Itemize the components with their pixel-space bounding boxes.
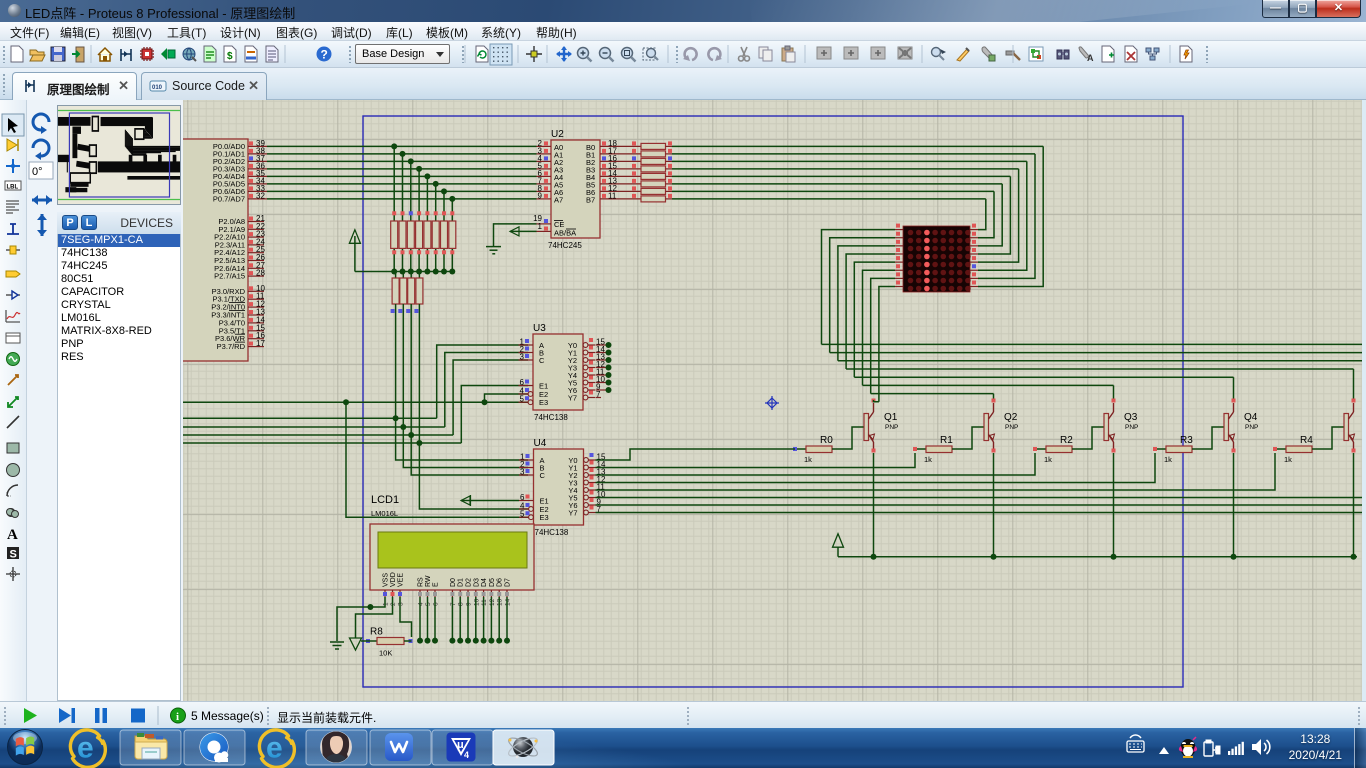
svg-text:10K: 10K (379, 649, 392, 658)
svg-text:A: A (1087, 53, 1094, 63)
svg-text:LCD1: LCD1 (371, 494, 399, 506)
svg-text:PNP: PNP (1125, 424, 1138, 431)
svg-text:A: A (7, 527, 18, 543)
svg-text:?: ? (321, 48, 328, 62)
svg-text:RS: RS (418, 577, 425, 587)
svg-text:D6: D6 (497, 578, 504, 587)
svg-text:P0.7/AD7: P0.7/AD7 (213, 194, 245, 203)
svg-text:P3.7/RD: P3.7/RD (217, 342, 246, 351)
svg-text:Q4: Q4 (1244, 412, 1258, 423)
svg-text:12: 12 (489, 598, 496, 606)
svg-text:μ: μ (457, 739, 464, 751)
svg-text:VSS: VSS (383, 573, 390, 587)
svg-text:4: 4 (418, 602, 425, 606)
svg-text:AB/BA: AB/BA (554, 229, 576, 238)
svg-text:10: 10 (473, 598, 480, 606)
svg-text:1k: 1k (804, 455, 812, 464)
svg-text:010: 010 (152, 85, 163, 91)
svg-text:R1: R1 (940, 435, 953, 446)
svg-text:28: 28 (256, 269, 265, 278)
svg-text:6: 6 (433, 602, 440, 606)
svg-text:R8: R8 (370, 627, 383, 638)
svg-text:74HC138: 74HC138 (535, 528, 569, 537)
svg-text:4: 4 (464, 750, 469, 760)
svg-text:8: 8 (458, 602, 465, 606)
svg-text:9: 9 (538, 191, 543, 200)
svg-text:E: E (433, 582, 440, 587)
svg-text:1k: 1k (1044, 455, 1052, 464)
svg-text:14: 14 (505, 598, 512, 606)
svg-text:LM016L: LM016L (371, 509, 398, 518)
svg-text:D7: D7 (505, 578, 512, 587)
svg-text:R2: R2 (1060, 435, 1073, 446)
svg-text:$: $ (227, 51, 233, 62)
svg-text:0°: 0° (32, 166, 43, 178)
svg-text:3: 3 (398, 602, 405, 606)
svg-text:U3: U3 (533, 323, 546, 334)
svg-text:74HC245: 74HC245 (548, 241, 582, 250)
svg-text:U4: U4 (534, 438, 547, 449)
svg-text:D2: D2 (466, 578, 473, 587)
svg-text:1k: 1k (924, 455, 932, 464)
svg-text:32: 32 (256, 191, 265, 200)
svg-text:1: 1 (538, 222, 543, 231)
svg-text:11: 11 (608, 191, 617, 200)
svg-text:D0: D0 (450, 578, 457, 587)
svg-text:1k: 1k (1164, 455, 1172, 464)
svg-text:PNP: PNP (885, 424, 898, 431)
svg-text:D3: D3 (473, 578, 480, 587)
svg-text:C: C (539, 356, 545, 365)
svg-text:17: 17 (256, 339, 265, 348)
svg-text:D5: D5 (489, 578, 496, 587)
svg-text:D1: D1 (458, 578, 465, 587)
svg-text:Y7: Y7 (568, 509, 577, 518)
svg-text:e: e (266, 732, 283, 765)
svg-text:9: 9 (466, 602, 473, 606)
svg-text:D4: D4 (481, 578, 488, 587)
svg-text:1k: 1k (1284, 455, 1292, 464)
svg-text:2: 2 (390, 602, 397, 606)
svg-text:74HC138: 74HC138 (534, 413, 568, 422)
svg-text:R0: R0 (820, 435, 833, 446)
svg-text:e: e (77, 732, 94, 765)
svg-text:VEE: VEE (398, 573, 405, 587)
svg-text:P2.7/A15: P2.7/A15 (214, 272, 245, 281)
svg-text:Q2: Q2 (1004, 412, 1018, 423)
svg-text:R3: R3 (1180, 435, 1193, 446)
svg-text:Y7: Y7 (568, 394, 577, 403)
svg-text:S: S (10, 549, 17, 561)
svg-text:C: C (540, 471, 546, 480)
svg-text:E3: E3 (540, 513, 549, 522)
svg-text:U2: U2 (551, 129, 564, 140)
svg-text:E3: E3 (539, 398, 548, 407)
svg-text:Q1: Q1 (884, 412, 898, 423)
svg-text:13: 13 (497, 598, 504, 606)
svg-text:A7: A7 (554, 195, 563, 204)
svg-text:i: i (176, 711, 179, 723)
svg-text:B7: B7 (586, 195, 595, 204)
svg-text:RW: RW (425, 575, 432, 587)
svg-text:5: 5 (425, 602, 432, 606)
svg-text:R4: R4 (1300, 435, 1313, 446)
svg-text:1: 1 (383, 602, 390, 606)
svg-text:PNP: PNP (1005, 424, 1018, 431)
svg-text:7: 7 (450, 602, 457, 606)
svg-text:VDD: VDD (390, 572, 397, 587)
svg-text:Q3: Q3 (1124, 412, 1138, 423)
svg-text:PNP: PNP (1245, 424, 1258, 431)
svg-text:11: 11 (481, 599, 488, 606)
svg-text:LBL: LBL (7, 185, 19, 191)
